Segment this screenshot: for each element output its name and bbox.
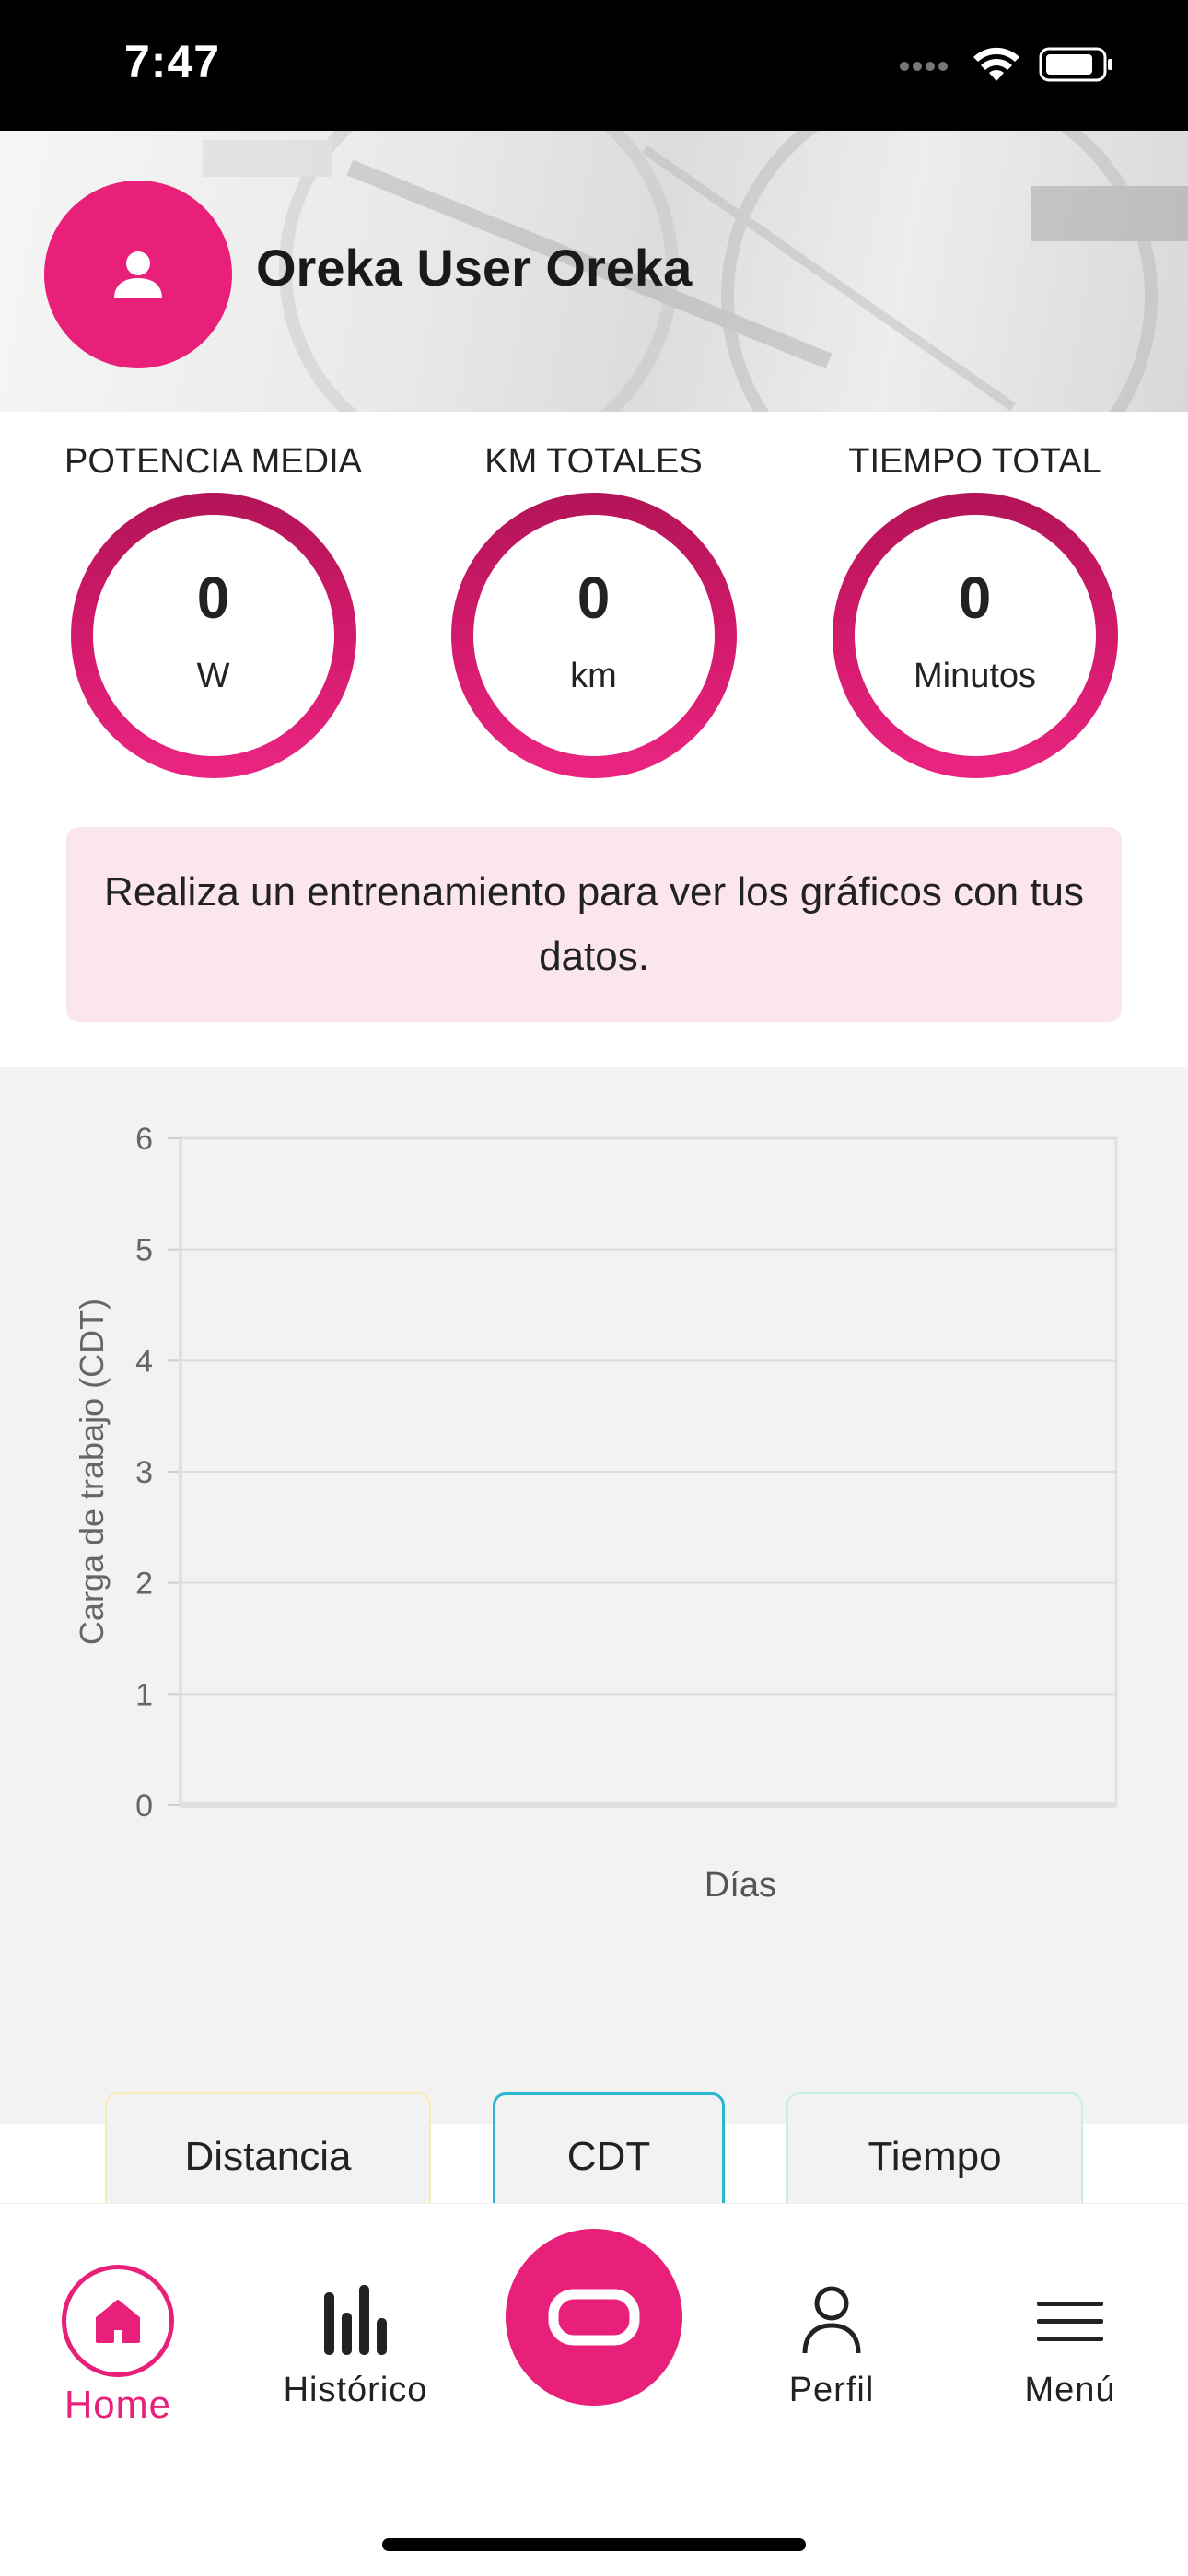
home-indicator [382,2538,806,2551]
wifi-icon [973,47,1019,81]
status-icons [899,46,1114,83]
y-axis-label: Carga de trabajo (CDT) [73,1299,111,1645]
home-icon [96,2300,140,2343]
bar-chart-icon [324,2285,387,2355]
stat-value: 0 [196,564,230,631]
stat-ring: 0 W [70,493,356,778]
stat-tiempo-total: TIEMPO TOTAL 0 Minutos [785,433,1165,778]
tab-label: Home [64,2383,172,2426]
user-name: Oreka User Oreka [256,239,693,297]
tab-historico[interactable]: Histórico [263,2204,448,2410]
stat-potencia-media: POTENCIA MEDIA 0 W [23,433,403,778]
x-axis-label: Días [705,1866,776,1905]
tab-menu[interactable]: Menú [978,2204,1162,2410]
y-tick-label: 6 [135,1122,153,1157]
stat-ring: 0 Minutos [832,493,1118,778]
y-tick-label: 1 [135,1677,153,1712]
stat-value: 0 [577,564,611,631]
y-tick-label: 3 [135,1455,153,1490]
y-tick-label: 2 [135,1567,153,1602]
stat-title: POTENCIA MEDIA [64,442,363,481]
y-tick-label: 4 [135,1344,153,1379]
chart-section: 0 1 2 3 4 5 6 Carga de trabajo (CDT) Días Distan… [0,1067,1188,2221]
tab-home[interactable]: Home [26,2204,210,2427]
distancia-button[interactable]: Distancia [105,2092,431,2221]
battery-icon [1039,47,1112,82]
tiempo-button[interactable]: Tiempo [786,2092,1083,2221]
tab-label: Perfil [788,2371,875,2409]
no-data-notice: Realiza un entrenamiento para ver los gr… [66,827,1122,1022]
stat-title: KM TOTALES [484,442,703,481]
y-tick-label: 0 [135,1789,153,1824]
tab-perfil[interactable]: Perfil [740,2204,924,2410]
signal-icon [900,62,948,71]
stat-unit: W [196,656,230,695]
user-icon [114,251,162,298]
status-bar: 7:47 [0,0,1188,131]
start-training-button[interactable] [506,2229,682,2406]
person-icon [802,2286,861,2354]
stat-title: TIEMPO TOTAL [848,442,1101,481]
cdt-button[interactable]: CDT [493,2092,725,2221]
y-tick-label: 5 [135,1233,153,1268]
avatar[interactable] [44,181,232,368]
stat-km-totales: KM TOTALES 0 km [403,433,784,778]
oreka-logo-icon [548,2289,640,2346]
workload-chart: 0 1 2 3 4 5 6 Carga de trabajo (CDT) Días [73,1122,1118,1905]
stat-value: 0 [958,564,992,631]
status-time: 7:47 [124,36,221,87]
stat-ring: 0 km [450,493,737,778]
stat-unit: km [570,656,617,695]
stat-unit: Minutos [913,656,1037,695]
stats-row: POTENCIA MEDIA 0 W KM TOTALES 0 km TIEMP… [0,433,1188,801]
tab-label: Histórico [283,2371,428,2409]
tab-label: Menú [1024,2371,1116,2409]
hamburger-icon [1037,2302,1103,2341]
